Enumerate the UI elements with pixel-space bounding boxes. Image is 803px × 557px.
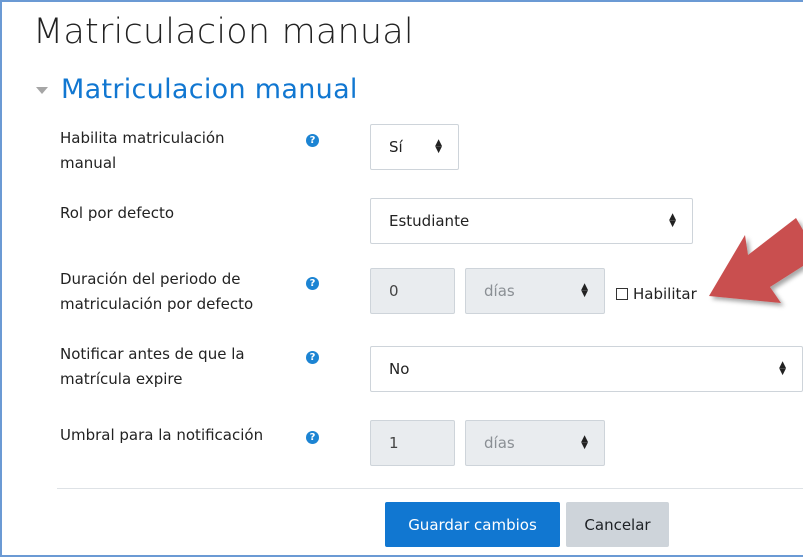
annotation-arrow-shape [709,218,803,303]
annotation-arrow-icon [709,218,803,303]
